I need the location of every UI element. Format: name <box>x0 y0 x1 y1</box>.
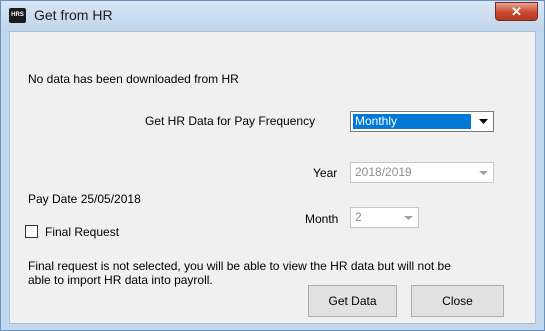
final-request-checkbox[interactable] <box>25 225 38 238</box>
pay-frequency-value: Monthly <box>353 114 471 129</box>
chevron-down-icon <box>475 164 492 181</box>
window-title: Get from HR <box>34 7 113 23</box>
final-request-label[interactable]: Final Request <box>45 225 119 239</box>
info-text-line1: Final request is not selected, you will … <box>28 259 451 273</box>
dialog-window: HRS Get from HR ✕ No data has been downl… <box>0 0 545 331</box>
pay-frequency-label: Get HR Data for Pay Frequency <box>145 114 316 128</box>
status-message: No data has been downloaded from HR <box>28 72 239 86</box>
month-label: Month <box>305 212 339 226</box>
year-label: Year <box>313 166 338 180</box>
close-icon: ✕ <box>511 4 522 19</box>
close-window-button[interactable]: ✕ <box>495 2 538 21</box>
dialog-body: No data has been downloaded from HR Get … <box>9 31 536 324</box>
chevron-down-icon <box>400 209 417 226</box>
pay-date-text: Pay Date 25/05/2018 <box>28 192 141 206</box>
close-button[interactable]: Close <box>411 285 504 317</box>
chevron-down-icon[interactable] <box>475 113 492 130</box>
title-bar[interactable]: HRS Get from HR ✕ <box>1 1 544 31</box>
year-value: 2018/2019 <box>355 165 412 179</box>
app-logo-icon: HRS <box>9 8 26 23</box>
month-value: 2 <box>355 210 362 224</box>
month-select[interactable]: 2 <box>350 207 419 228</box>
year-select[interactable]: 2018/2019 <box>350 162 494 183</box>
info-text-line2: able to import HR data into payroll. <box>28 273 213 287</box>
get-data-button[interactable]: Get Data <box>308 285 397 317</box>
pay-frequency-select[interactable]: Monthly <box>350 111 494 132</box>
